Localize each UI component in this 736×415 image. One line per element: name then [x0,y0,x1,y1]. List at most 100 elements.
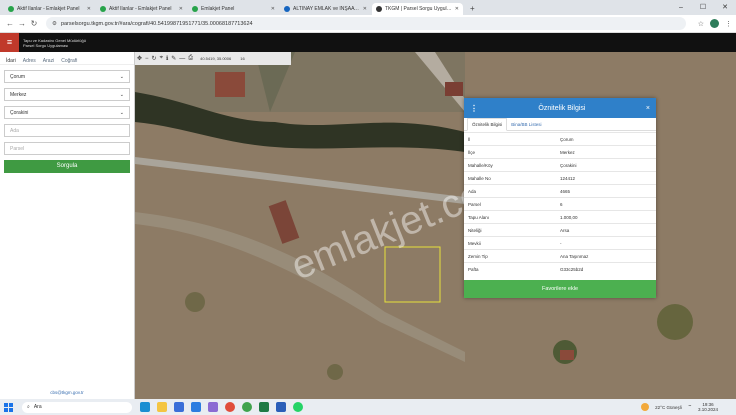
reload-icon[interactable]: ↻ [28,19,40,28]
attribute-table: İl Çorum İlçe Merkez Mahalle/Köy Çorakini Maha… [464,132,656,276]
site-info-icon[interactable]: ⚙ [52,21,57,27]
info-icon[interactable]: ℹ [166,55,168,62]
contact-email-link[interactable]: cbs@tkgm.gov.tr [0,390,134,395]
tab-close-icon[interactable]: ✕ [455,6,459,12]
taskbar-search[interactable]: ⌕ Ara [22,401,132,413]
clock[interactable]: 19:36 3.10.2024 [698,402,718,412]
url-text: parselsorgu.tkgm.gov.tr/#ara/cografi/40.… [60,20,253,27]
more-options-icon[interactable]: ⋮ [470,104,478,113]
neighborhood-value: Çorakini [10,109,29,116]
explorer-icon[interactable] [157,402,167,412]
mail-icon[interactable] [191,402,201,412]
attribute-row: Mahalle No 124412 [464,171,656,185]
address-bar: ← → ↻ ⚙ parselsorgu.tkgm.gov.tr/#ara/cog… [0,15,736,33]
new-tab-button[interactable]: + [464,3,481,15]
attribute-key: Mahalle/Köy [464,158,556,172]
attribute-row: Zemin Tip Ana Taşınmaz [464,249,656,263]
measure-icon[interactable]: ✎ [171,55,176,62]
store-icon[interactable] [174,402,184,412]
close-window-icon[interactable]: ✕ [714,0,736,15]
photos-icon[interactable] [208,402,218,412]
province-value: Çorum [10,73,26,80]
hamburger-menu-icon[interactable]: ≡ [0,33,19,52]
attribute-key: Parsel [464,197,556,211]
tab-building-list[interactable]: Bina/BB Listesi [507,119,545,130]
profile-avatar[interactable] [710,19,719,28]
attribute-value: G33c25b2d [556,262,656,276]
province-select[interactable]: Çorum ⌄ [4,70,130,83]
tab-idari[interactable]: İdari [6,58,16,64]
tab-attribute-info[interactable]: Öznitelik Bilgisi [467,118,508,131]
tab-close-icon[interactable]: ✕ [271,6,275,12]
tab-label: Aktif İlanlar - Emlakjet Panel [109,6,172,12]
word-icon[interactable] [276,402,286,412]
parsel-input[interactable]: Parsel [4,142,130,155]
tab-arazi[interactable]: Arazi [43,58,54,64]
tab-label: TKGM | Parsel Sorgu Uygulama... [385,6,452,12]
line-icon[interactable]: — [179,56,185,62]
attribute-value: Ana Taşınmaz [556,249,656,263]
taskbar-apps [140,402,303,412]
windows-start-icon[interactable] [4,402,13,412]
attribute-row: Mahalle/Köy Çorakini [464,158,656,172]
date: 3.10.2024 [697,407,718,412]
district-value: Merkez [10,91,27,98]
weather-icon[interactable] [641,403,650,411]
close-icon[interactable]: × [646,105,650,112]
browser-tab[interactable]: TKGM | Parsel Sorgu Uygulama...✕ [372,3,463,15]
wifi-icon[interactable]: ⌔ [688,404,692,410]
bookmark-star-icon[interactable]: ☆ [698,20,704,28]
tab-close-icon[interactable]: ✕ [179,6,183,12]
attribute-dialog: ⋮ Öznitelik Bilgisi × Öznitelik Bilgisi … [464,98,656,298]
back-icon[interactable]: ← [4,19,16,28]
tab-close-icon[interactable]: ✕ [363,6,367,12]
browser-tabbar: Aktif İlanlar - Emlakjet Panel ✕ Aktif İla… [0,0,736,15]
locate-icon[interactable]: ⌖ [160,55,163,62]
browser-tab[interactable]: Aktif İlanlar - Emlakjet Panel ✕ [96,3,187,15]
minimize-icon[interactable]: – [670,0,692,15]
refresh-icon[interactable]: ↻ [152,55,157,62]
weather-text[interactable]: 22°C Güneşli [655,405,682,410]
brand-line1: Tapu ve Kadastro Genel Müdürlüğü [23,37,86,43]
attribute-row: Tapu Alanı 1.000,00 [464,210,656,224]
taskbar-search-text: Ara [33,404,42,410]
xbox-icon[interactable] [242,402,252,412]
add-to-favorites-button[interactable]: Favorilere ekle [464,280,656,298]
system-tray: 22°C Güneşli ⌔ 19:36 3.10.2024 [641,402,736,412]
tab-cografi[interactable]: Coğrafi [61,58,77,64]
edge-icon[interactable] [140,402,150,412]
window-controls: – ☐ ✕ [670,0,736,15]
tab-label: Emlakjet Panel [201,6,235,12]
url-input[interactable]: ⚙ parselsorgu.tkgm.gov.tr/#ara/cografi/4… [46,17,686,30]
ada-input[interactable]: Ada [4,124,130,137]
print-icon[interactable]: ⎙ [188,55,193,62]
browser-tab[interactable]: Emlakjet Panel ✕ [188,3,279,15]
dialog-tabs: Öznitelik Bilgisi Bina/BB Listesi [464,118,656,131]
browser-tab[interactable]: ALTINAY EMLAK ve İNŞAAT | İ... ✕ [280,3,371,15]
excel-icon[interactable] [259,402,269,412]
menu-icon[interactable]: ⋮ [725,20,732,28]
map-toolbar: ✥ − ↻ ⌖ ℹ ✎ — ⎙ 40.5419, 35.0006 16 [135,52,291,65]
chevron-down-icon: ⌄ [119,109,124,116]
tab-favicon-icon [192,6,198,12]
chrome-icon[interactable] [225,402,235,412]
neighborhood-select[interactable]: Çorakini ⌄ [4,106,130,119]
district-select[interactable]: Merkez ⌄ [4,88,130,101]
browser-tab[interactable]: Aktif İlanlar - Emlakjet Panel ✕ [4,3,95,15]
attribute-key: Niteliği [464,223,556,237]
attribute-value: Çorakini [556,158,656,172]
ada-placeholder: Ada [10,127,19,134]
maximize-icon[interactable]: ☐ [692,0,714,15]
pan-icon[interactable]: ✥ [137,55,142,62]
forward-icon[interactable]: → [16,19,28,28]
attribute-key: Ada [464,184,556,198]
whatsapp-icon[interactable] [293,402,303,412]
tab-close-icon[interactable]: ✕ [87,6,91,12]
zoom-out-icon[interactable]: − [145,56,149,62]
tab-adres[interactable]: Adres [23,58,36,64]
attribute-key: Mahalle No [464,171,556,185]
brand-line2: Parsel Sorgu Uygulaması [23,42,69,48]
attribute-row: Pafta G33c25b2d [464,262,656,276]
query-button[interactable]: Sorgula [4,160,130,173]
chevron-down-icon: ⌄ [119,73,124,80]
